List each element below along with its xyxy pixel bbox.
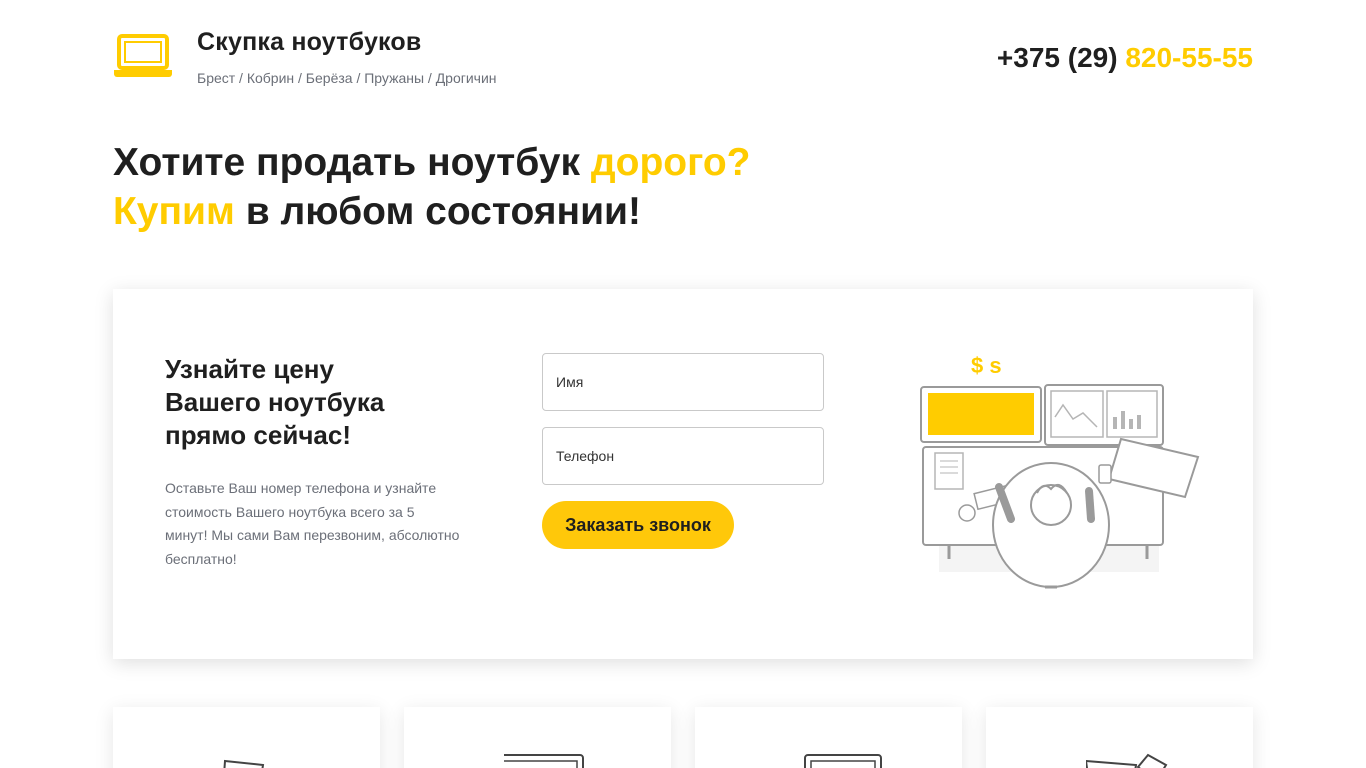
phone-link[interactable]: +375 (29) 820-55-55 bbox=[997, 42, 1253, 74]
name-input[interactable] bbox=[542, 353, 824, 411]
laptop-icon bbox=[804, 754, 882, 768]
order-call-button[interactable]: Заказать звонок bbox=[542, 501, 734, 549]
card-title: Узнайте цену Вашего ноутбука прямо сейча… bbox=[165, 353, 445, 452]
workspace-illustration: $ s bbox=[920, 353, 1200, 589]
header: Скупка ноутбуков Брест / Кобрин / Берёза… bbox=[113, 28, 1253, 98]
feature-card bbox=[695, 707, 962, 768]
phone-prefix: +375 (29) bbox=[996, 42, 1126, 73]
hero-line2-b: в любом состоянии! bbox=[234, 190, 642, 233]
feature-card bbox=[404, 707, 671, 768]
card-title-line-2: Вашего ноутбука bbox=[165, 387, 385, 417]
price-form-card: Узнайте цену Вашего ноутбука прямо сейча… bbox=[113, 289, 1253, 659]
card-description: Оставьте Ваш номер телефона и узнайте ст… bbox=[165, 480, 460, 567]
card-title-line-3: прямо сейчас! bbox=[165, 420, 351, 450]
brand-title[interactable]: Скупка ноутбуков bbox=[197, 28, 421, 57]
hero-line2-a: Купим bbox=[113, 190, 235, 233]
illustration-dollar-text: $ s bbox=[971, 353, 1002, 378]
laptop-icon bbox=[504, 754, 584, 768]
broken-laptop-icon bbox=[1086, 753, 1168, 768]
laptop-icon[interactable] bbox=[113, 34, 173, 78]
hero-line1-b: дорого? bbox=[590, 141, 751, 184]
phone-number: 820-55-55 bbox=[1125, 42, 1253, 73]
phone-input[interactable] bbox=[542, 427, 824, 485]
brand-cities: Брест / Кобрин / Берёза / Пружаны / Дрог… bbox=[197, 70, 497, 86]
hero-title: Хотите продать ноутбук дорого? Купим в л… bbox=[113, 138, 750, 236]
hero-line1-a: Хотите продать ноутбук bbox=[113, 141, 591, 184]
feature-card bbox=[986, 707, 1253, 768]
broken-laptop-icon bbox=[223, 759, 265, 768]
card-title-line-1: Узнайте цену bbox=[165, 354, 334, 384]
feature-card bbox=[113, 707, 380, 768]
